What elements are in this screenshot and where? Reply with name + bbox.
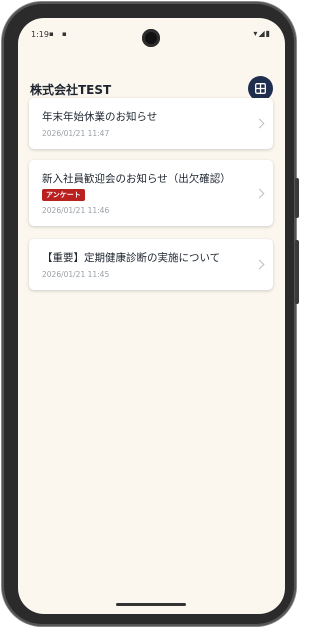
app-screen: 1:19 ▪ ▪ ▾◢▮ 株式会社TEST 年末年始休業のお知らせ 2026/0… (18, 18, 285, 614)
page-title: 株式会社TEST (30, 83, 112, 97)
grid-icon (255, 83, 266, 94)
notification-icons: ▪ ▪ (49, 30, 70, 38)
power-button (295, 240, 299, 304)
system-status-icons: ▾◢▮ (253, 29, 271, 38)
chevron-right-icon (254, 259, 265, 270)
volume-button (295, 178, 299, 218)
chevron-right-icon (254, 118, 265, 129)
notice-card[interactable]: 新入社員歓迎会のお知らせ（出欠確認） アンケート 2026/01/21 11:4… (29, 160, 273, 226)
notice-card[interactable]: 年末年始休業のお知らせ 2026/01/21 11:47 (29, 98, 273, 149)
status-time: 1:19 (31, 30, 49, 39)
notice-title: 【重要】定期健康診断の実施について (42, 252, 221, 264)
notice-date: 2026/01/21 11:46 (42, 206, 110, 215)
notice-date: 2026/01/21 11:47 (42, 129, 110, 138)
notice-date: 2026/01/21 11:45 (42, 270, 110, 279)
home-indicator[interactable] (116, 603, 186, 606)
phone-frame: 1:19 ▪ ▪ ▾◢▮ 株式会社TEST 年末年始休業のお知らせ 2026/0… (2, 2, 299, 626)
notice-card[interactable]: 【重要】定期健康診断の実施について 2026/01/21 11:45 (29, 239, 273, 290)
notice-title: 新入社員歓迎会のお知らせ（出欠確認） (42, 173, 231, 185)
camera-icon (142, 29, 160, 47)
notice-title: 年末年始休業のお知らせ (42, 111, 158, 123)
survey-badge: アンケート (42, 189, 85, 201)
chevron-right-icon (254, 188, 265, 199)
